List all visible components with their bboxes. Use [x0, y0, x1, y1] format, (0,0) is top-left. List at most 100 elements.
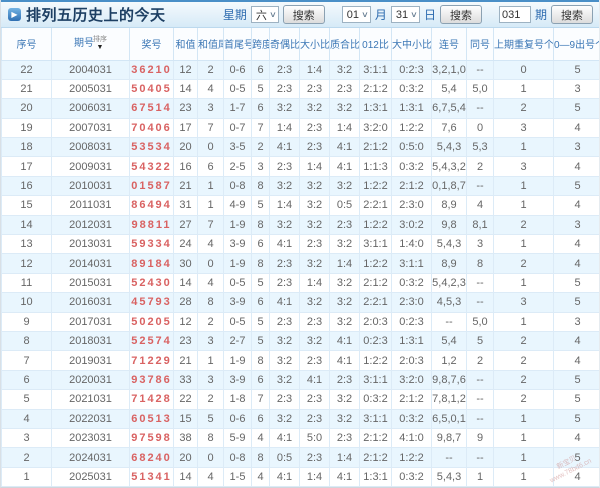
cell-odd-even: 3:2 [269, 369, 300, 391]
cell-issue: 2005031 [51, 78, 130, 100]
col-same: 同号 [466, 28, 494, 61]
day-select[interactable]: 31 ∨ [390, 6, 420, 23]
cell-seq: 5 [1, 389, 52, 410]
cell-consecutive: 5,4,3 [431, 466, 467, 487]
cell-consecutive: 4,5,3 [431, 292, 467, 313]
cell-prev-repeat: 2 [493, 330, 554, 352]
cell-sum: 33 [173, 369, 198, 391]
cell-prev-repeat: 0 [493, 59, 554, 80]
col-consecutive: 连号 [431, 28, 467, 61]
cell-sum: 23 [173, 98, 198, 119]
cell-odd-even: 2:3 [269, 389, 300, 410]
cell-prime-composite: 4:1 [329, 330, 360, 352]
cell-odd-even: 4:1 [269, 234, 300, 255]
col-012: 012比 [359, 28, 392, 61]
cell-big-mid-small: 1:4:0 [391, 234, 432, 255]
cell-digit-count: 4 [553, 330, 599, 352]
cell-big-mid-small: 1:3:1 [391, 330, 432, 352]
page-title: 排列五历史上的今天 [26, 7, 166, 24]
cell-span: 5 [251, 330, 270, 352]
cell-big-mid-small: 0:3:2 [391, 408, 432, 429]
cell-first-last: 2-7 [223, 330, 252, 352]
table-header: 序号 期号 排序 ▼ 奖号 和值 和值尾 首尾号 跨度 奇偶比 大小比 [1, 28, 599, 61]
cell-first-last: 3-9 [223, 292, 252, 313]
issue-search-button[interactable]: 搜索 [551, 5, 593, 24]
cell-span: 6 [251, 408, 270, 429]
cell-prev-repeat: 1 [493, 175, 554, 197]
cell-span: 8 [251, 447, 270, 468]
table-row: 19 2007031 70406 17 7 0-7 7 1:4 2:3 1:4 3:2:0 1:2:2… [1, 117, 599, 139]
cell-prime-composite: 2:3 [329, 78, 360, 100]
month-select[interactable]: 01 ∨ [341, 6, 371, 23]
table-row: 17 2009031 54322 16 6 2-5 3 2:3 1:4 4:1 1:1:3 0:3:2… [1, 156, 599, 177]
cell-same: -- [466, 369, 494, 391]
table-row: 5 2021031 71428 22 2 1-8 7 2:3 2:3 3:2 0:3:2 2:1:2 7… [1, 389, 599, 410]
cell-prime-composite: 3:2 [329, 311, 360, 332]
cell-prize: 93786 [129, 369, 174, 391]
table-body: 22 2004031 36210 12 2 0-6 6 2:3 1:4 3:2 3:1:1 0:2:3… [1, 59, 599, 487]
cell-odd-even: 2:3 [269, 311, 300, 332]
cell-012: 1:3:1 [359, 98, 392, 119]
cell-prev-repeat: 1 [493, 311, 554, 332]
cell-issue: 2022031 [51, 408, 130, 429]
cell-big-small: 3:2 [299, 330, 330, 352]
cell-first-last: 1-9 [223, 350, 252, 371]
col-prime-composite: 质合比 [329, 28, 360, 61]
chevron-down-icon: ∨ [361, 10, 369, 19]
table-row: 14 2012031 98811 27 7 1-9 8 3:2 3:2 2:3 1:2:2 3:0:2… [1, 214, 599, 236]
cell-012: 0:2:3 [359, 330, 392, 352]
col-issue-label: 期号 [74, 37, 94, 49]
cell-prize: 67514 [129, 98, 174, 119]
cell-big-small: 3:2 [299, 253, 330, 274]
week-select[interactable]: 六 ∨ [250, 6, 279, 23]
cell-seq: 11 [1, 272, 52, 294]
cell-sum-tail: 3 [197, 369, 224, 391]
cell-odd-even: 4:1 [269, 137, 300, 158]
cell-same: 0 [466, 117, 494, 139]
cell-sum: 12 [173, 59, 198, 80]
cell-consecutive: 8,9 [431, 195, 467, 216]
cell-prime-composite: 4:1 [329, 156, 360, 177]
cell-big-small: 2:3 [299, 234, 330, 255]
cell-sum-tail: 3 [197, 330, 224, 352]
sort-control[interactable]: 排序 ▼ [93, 36, 107, 51]
cell-big-small: 2:3 [299, 117, 330, 139]
cell-prize: 52574 [129, 330, 174, 352]
cell-odd-even: 2:3 [269, 253, 300, 274]
cell-prev-repeat: 1 [493, 195, 554, 216]
cell-seq: 16 [1, 175, 52, 197]
cell-odd-even: 4:1 [269, 427, 300, 449]
cell-big-small: 1:4 [299, 272, 330, 294]
cell-sum: 21 [173, 350, 198, 371]
cell-span: 5 [251, 78, 270, 100]
table-row: 7 2019031 71229 21 1 1-9 8 3:2 2:3 4:1 1:2:2 2:0:3 1… [1, 350, 599, 371]
cell-same: 2 [466, 156, 494, 177]
cell-digit-count: 4 [553, 156, 599, 177]
table-row: 21 2005031 50405 14 4 0-5 5 2:3 2:3 2:3 2:1:2 0:3:2… [1, 78, 599, 100]
col-seq: 序号 [1, 28, 52, 61]
cell-consecutive: 5,4,3 [431, 137, 467, 158]
table-row: 12 2014031 89184 30 0 1-9 8 2:3 3:2 1:4 1:2:2 3:1:1… [1, 253, 599, 274]
cell-span: 8 [251, 175, 270, 197]
issue-input[interactable] [498, 6, 531, 23]
cell-digit-count: 4 [553, 350, 599, 371]
cell-consecutive: -- [431, 311, 467, 332]
cell-issue: 2017031 [51, 311, 130, 332]
cell-seq: 13 [1, 234, 52, 255]
cell-prev-repeat: 1 [493, 466, 554, 487]
cell-same: 2 [466, 350, 494, 371]
cell-big-small: 1:4 [299, 466, 330, 487]
table-row: 9 2017031 50205 12 2 0-5 5 2:3 2:3 3:2 2:0:3 0:2:3-… [1, 311, 599, 332]
cell-sum-tail: 1 [197, 350, 224, 371]
cell-prize: 98811 [129, 214, 174, 236]
cell-first-last: 1-8 [223, 389, 252, 410]
week-search-button[interactable]: 搜索 [282, 5, 325, 24]
date-search-button[interactable]: 搜索 [439, 5, 482, 24]
cell-consecutive: 1,2 [431, 350, 467, 371]
cell-consecutive: 5,4,3 [431, 234, 467, 255]
cell-same: 9 [466, 427, 494, 449]
cell-big-small: 2:3 [299, 447, 330, 468]
cell-first-last: 0-8 [223, 447, 252, 468]
cell-prev-repeat: 2 [493, 214, 554, 236]
cell-seq: 15 [1, 195, 52, 216]
